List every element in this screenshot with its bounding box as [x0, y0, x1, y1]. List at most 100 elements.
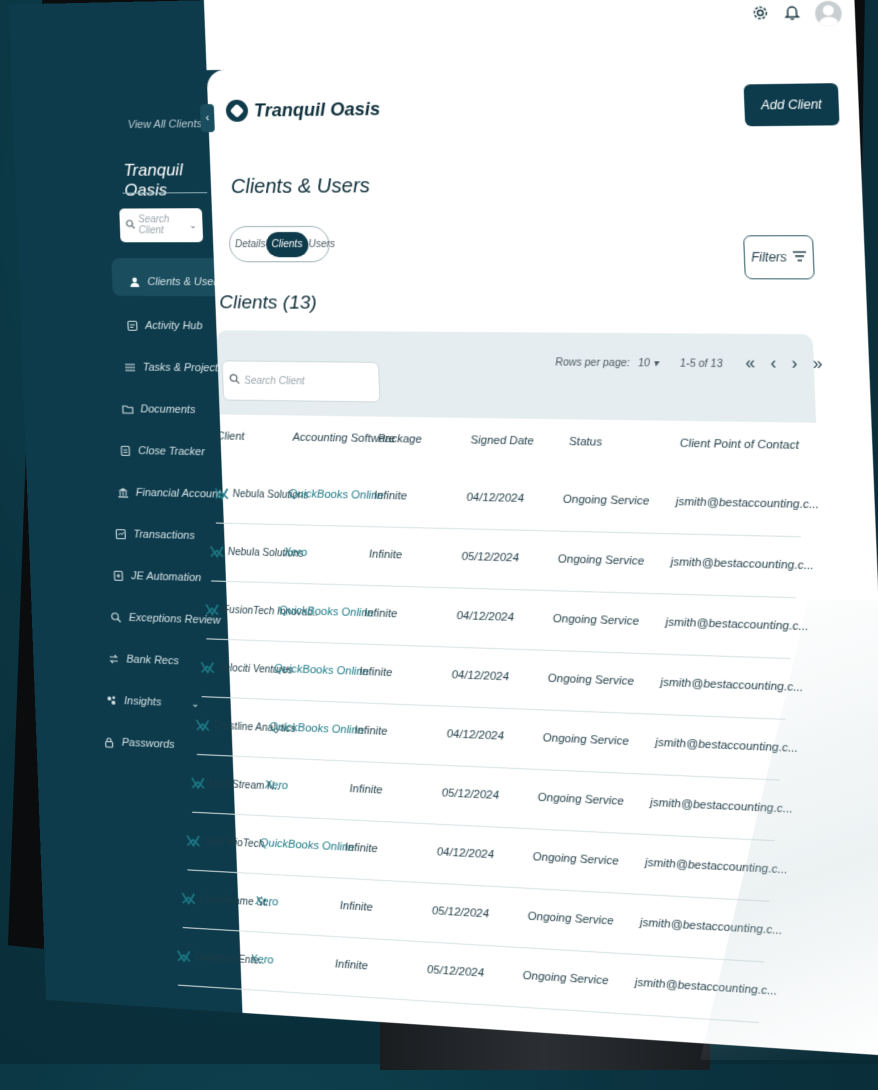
rows-per-page-select[interactable]: 10 ▾: [638, 357, 659, 369]
client-logo-icon: [186, 833, 200, 848]
client-logo-icon: [214, 486, 228, 500]
cell-package: Infinite: [359, 666, 393, 679]
cell-status: Ongoing Service: [547, 672, 634, 688]
search-icon: [229, 371, 241, 389]
brand-name: Tranquil Oasis: [254, 98, 381, 121]
cell-package: Infinite: [344, 841, 378, 855]
column-header-client[interactable]: Client: [216, 430, 244, 442]
cell-contact: jsmith@bestaccounting.c...: [670, 556, 814, 572]
cell-contact: jsmith@bestaccounting.c...: [676, 496, 820, 512]
sidebar-item-bank-recs[interactable]: Bank Recs: [106, 645, 179, 675]
cell-software[interactable]: Xero: [250, 953, 274, 967]
sidebar-item-label: Insights: [124, 695, 162, 708]
page-title: Clients & Users: [230, 175, 370, 199]
cell-signed-date: 05/12/2024: [432, 905, 490, 921]
table-search-input[interactable]: Search Client: [222, 360, 381, 402]
cell-software[interactable]: Xero: [284, 546, 308, 559]
sidebar-item-je-automation[interactable]: JE Automation: [111, 562, 202, 592]
top-bar-actions: [751, 1, 842, 28]
sidebar-search-input[interactable]: Search Client ⌄: [119, 208, 203, 242]
sidebar-item-passwords[interactable]: Passwords: [102, 728, 175, 759]
gear-icon[interactable]: [751, 4, 769, 26]
filter-icon: [793, 250, 807, 265]
sidebar-item-transactions[interactable]: Transactions: [113, 520, 195, 550]
first-page-icon[interactable]: «: [742, 355, 759, 374]
filters-button[interactable]: Filters: [743, 235, 815, 279]
sidebar-item-label: Tasks & Projects: [143, 362, 224, 375]
tab-clients[interactable]: Clients: [265, 231, 309, 256]
client-name[interactable]: Solis BioTech: [204, 836, 264, 850]
sidebar-item-label: Documents: [140, 403, 195, 416]
chevron-down-icon[interactable]: ⌄: [189, 220, 197, 231]
column-header-package[interactable]: Package: [378, 433, 422, 446]
filters-label: Filters: [751, 250, 787, 265]
bell-icon[interactable]: [784, 3, 800, 25]
avatar[interactable]: [815, 1, 843, 27]
sidebar-item-close-tracker[interactable]: Close Tracker: [118, 437, 205, 466]
sidebar-item-label: Activity Hub: [145, 320, 203, 332]
next-page-icon[interactable]: ›: [788, 355, 801, 374]
sidebar-item-label: Financial Accounts: [136, 487, 227, 501]
cell-status: Ongoing Service: [532, 851, 618, 868]
page-range: 1-5 of 13: [680, 358, 723, 370]
cell-status: Ongoing Service: [527, 910, 613, 927]
sidebar-org-name: Tranquil Oasis: [123, 160, 211, 200]
column-header-point-of-contact[interactable]: Client Point of Contact: [680, 438, 799, 452]
cell-signed-date: 04/12/2024: [456, 610, 514, 624]
cell-signed-date: 04/12/2024: [447, 728, 505, 743]
cell-software[interactable]: QuickBooks Online: [288, 488, 383, 502]
sidebar-item-tasks-projects[interactable]: Tasks & Projects: [123, 354, 224, 383]
brand-logo-icon: [226, 100, 249, 122]
client-logo-icon: [191, 776, 205, 791]
client-logo-icon: [181, 891, 195, 906]
sidebar-item-activity-hub[interactable]: Activity Hub: [125, 312, 203, 340]
cell-software[interactable]: Xero: [264, 779, 288, 792]
client-logo-icon: [200, 660, 214, 675]
tab-users[interactable]: Users: [308, 239, 335, 250]
activity-icon: [125, 319, 139, 333]
cell-contact: jsmith@bestaccounting.c...: [660, 676, 803, 694]
sidebar-item-label: Passwords: [122, 737, 175, 751]
sidebar-item-financial-accounts[interactable]: Financial Accounts: [116, 478, 227, 508]
sidebar-item-label: Transactions: [133, 529, 195, 542]
lock-icon: [102, 735, 116, 749]
last-page-icon[interactable]: »: [809, 355, 826, 374]
cell-signed-date: 05/12/2024: [442, 787, 500, 802]
client-logo-icon: [195, 718, 209, 733]
cell-contact: jsmith@bestaccounting.c...: [665, 616, 809, 633]
cell-package: Infinite: [369, 548, 403, 561]
bank-icon: [116, 485, 130, 499]
cell-package: Infinite: [374, 490, 408, 503]
prev-page-icon[interactable]: ‹: [767, 355, 780, 374]
cell-software[interactable]: QuickBooks Online: [260, 837, 355, 854]
table-search-placeholder: Search Client: [244, 375, 305, 387]
sidebar-item-exceptions-review[interactable]: Exceptions Review: [109, 603, 221, 635]
rows-per-page-label: Rows per page:: [555, 357, 630, 369]
cell-status: Ongoing Service: [553, 613, 640, 628]
column-header-signed-date[interactable]: Signed Date: [470, 434, 534, 447]
sidebar-item-documents[interactable]: Documents: [120, 395, 195, 424]
list-icon: [123, 360, 137, 374]
column-header-status[interactable]: Status: [569, 436, 603, 449]
cell-package: Infinite: [349, 783, 383, 797]
chevron-left-icon: ‹: [205, 112, 209, 124]
cell-software[interactable]: Xero: [255, 895, 279, 908]
cell-status: Ongoing Service: [542, 732, 629, 748]
tab-switcher: Details Clients Users: [228, 226, 330, 262]
view-all-clients-link[interactable]: View All Clients: [128, 118, 203, 131]
cell-signed-date: 05/12/2024: [461, 551, 519, 565]
tab-details[interactable]: Details: [235, 239, 266, 250]
automation-icon: [111, 569, 125, 583]
sidebar-item-clients-users[interactable]: Clients & Users: [127, 268, 223, 296]
client-logo-icon: [177, 949, 191, 964]
add-client-button[interactable]: Add Client: [744, 83, 840, 126]
sidebar-item-label: JE Automation: [131, 570, 202, 584]
cell-status: Ongoing Service: [537, 792, 624, 808]
sidebar-item-insights[interactable]: Insights ⌄: [104, 686, 200, 718]
sidebar-collapse-button[interactable]: ‹: [200, 104, 215, 132]
search-icon: [125, 216, 135, 234]
cell-status: Ongoing Service: [563, 494, 650, 508]
users-icon: [128, 275, 142, 289]
cell-signed-date: 05/12/2024: [427, 964, 485, 980]
cell-package: Infinite: [354, 724, 388, 738]
